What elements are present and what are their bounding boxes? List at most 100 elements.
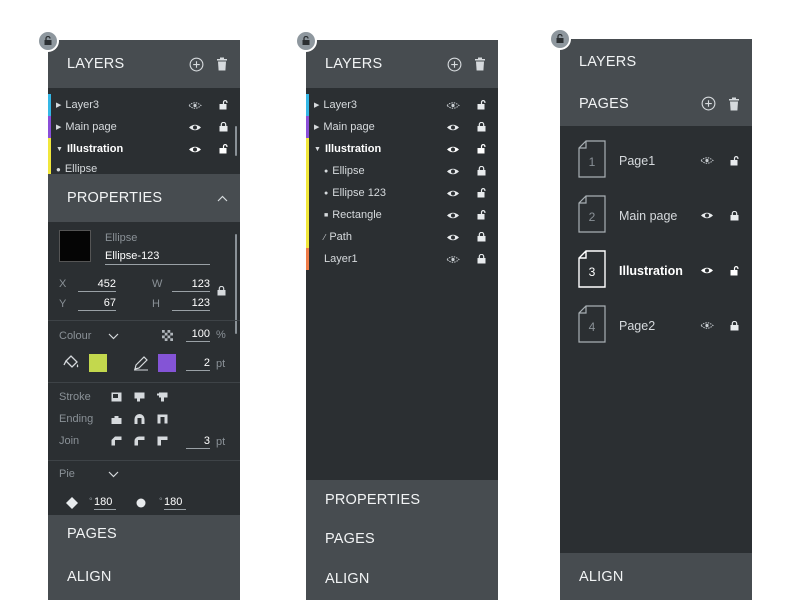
eye-hidden-icon[interactable] (446, 255, 460, 264)
eye-icon[interactable] (188, 123, 202, 132)
expand-arrow-icon[interactable]: ▶ (314, 101, 319, 109)
layer-row-layer3[interactable]: ▶ Layer3 (48, 94, 240, 116)
eye-icon[interactable] (446, 211, 460, 220)
object-preview-swatch[interactable] (59, 230, 91, 262)
align-header[interactable]: ALIGN (306, 557, 498, 600)
lock-ratio-icon[interactable] (217, 286, 226, 296)
unlock-icon[interactable] (477, 144, 486, 154)
object-name-field[interactable]: Ellipse-123 (105, 250, 210, 265)
layer-row-rectangle[interactable]: ■ Rectangle (306, 204, 498, 226)
layer-row-main-page[interactable]: ▶ Main page (306, 116, 498, 138)
layers-header[interactable]: LAYERS (560, 39, 752, 81)
layer-row-ellipse-123[interactable]: ● Ellipse 123 (306, 182, 498, 204)
properties-scrollbar[interactable] (235, 234, 237, 334)
unlock-icon[interactable] (219, 144, 228, 154)
trash-icon[interactable] (216, 57, 228, 71)
h-field[interactable]: 123 (172, 297, 210, 311)
add-circle-icon[interactable] (701, 96, 716, 111)
unlock-icon[interactable] (730, 266, 739, 276)
stroke-width-field[interactable]: 2 (186, 357, 210, 371)
layer-row-main-page[interactable]: ▶ Main page (48, 116, 240, 138)
eye-icon[interactable] (188, 145, 202, 154)
layer-row-illustration[interactable]: ▼ Illustration (306, 138, 498, 160)
align-header[interactable]: ALIGN (48, 553, 240, 600)
collapse-arrow-icon[interactable]: ▼ (56, 146, 63, 153)
layer-row-ellipse[interactable]: ● Ellipse (306, 160, 498, 182)
add-circle-icon[interactable] (447, 57, 462, 72)
lock-icon[interactable] (477, 254, 486, 264)
page-row-main-page[interactable]: 2 Main page (560, 195, 752, 250)
pages-header[interactable]: PAGES (560, 81, 752, 126)
eye-hidden-icon[interactable] (700, 321, 714, 330)
layers-scrollbar[interactable] (235, 126, 237, 156)
unlock-icon[interactable] (477, 188, 486, 198)
eye-hidden-icon[interactable] (446, 101, 460, 110)
ending-butt-icon[interactable] (111, 416, 122, 424)
properties-header[interactable]: PROPERTIES (306, 480, 498, 520)
eye-icon[interactable] (446, 123, 460, 132)
unlock-icon[interactable] (730, 156, 739, 166)
opacity-field[interactable]: 100 (186, 328, 210, 342)
join-miter-icon[interactable] (157, 436, 168, 446)
layer-row-ellipse[interactable]: ● Ellipse (48, 160, 240, 174)
page-row-page1[interactable]: 1 Page1 (560, 140, 752, 195)
lock-icon[interactable] (477, 166, 486, 176)
chevron-up-icon[interactable] (217, 195, 228, 202)
pie-start-angle-field[interactable]: 180 (94, 496, 116, 510)
w-field[interactable]: 123 (172, 278, 210, 292)
pie-end-angle-field[interactable]: 180 (164, 496, 186, 510)
eye-hidden-icon[interactable] (188, 101, 202, 110)
expand-arrow-icon[interactable]: ▶ (56, 101, 61, 109)
eye-icon[interactable] (700, 211, 714, 220)
y-field[interactable]: 67 (78, 297, 116, 311)
x-field[interactable]: 452 (78, 278, 116, 292)
lock-icon[interactable] (219, 122, 228, 132)
pages-header[interactable]: PAGES (48, 515, 240, 553)
pages-header[interactable]: PAGES (306, 520, 498, 557)
pin-lock-icon[interactable] (37, 30, 59, 52)
layer-row-layer1[interactable]: Layer1 (306, 248, 498, 270)
chevron-down-icon[interactable] (108, 333, 119, 340)
stroke-align-inside-icon[interactable] (111, 392, 122, 402)
align-header[interactable]: ALIGN (560, 553, 752, 600)
lock-icon[interactable] (730, 321, 739, 331)
join-value-field[interactable]: 3 (186, 435, 210, 449)
stroke-align-outside-icon[interactable] (157, 392, 168, 402)
pen-icon[interactable] (133, 355, 149, 371)
join-bevel-icon[interactable] (111, 436, 122, 446)
expand-arrow-icon[interactable]: ▶ (56, 123, 61, 131)
stroke-align-center-icon[interactable] (134, 392, 145, 402)
join-round-icon[interactable] (134, 436, 145, 446)
eye-hidden-icon[interactable] (700, 156, 714, 165)
chevron-down-icon[interactable] (108, 471, 119, 478)
layer-row-path[interactable]: ⁄ Path (306, 226, 498, 248)
layer-row-layer3[interactable]: ▶ Layer3 (306, 94, 498, 116)
expand-arrow-icon[interactable]: ▶ (314, 123, 319, 131)
lock-icon[interactable] (477, 232, 486, 242)
layers-header[interactable]: LAYERS (48, 40, 240, 88)
pin-lock-icon[interactable] (295, 30, 317, 52)
eye-icon[interactable] (446, 233, 460, 242)
unlock-icon[interactable] (477, 210, 486, 220)
eye-icon[interactable] (446, 167, 460, 176)
eye-icon[interactable] (446, 189, 460, 198)
properties-header[interactable]: PROPERTIES (48, 174, 240, 222)
pin-lock-icon[interactable] (549, 28, 571, 50)
eye-icon[interactable] (700, 266, 714, 275)
fill-color-swatch[interactable] (89, 354, 107, 372)
layers-header[interactable]: LAYERS (306, 40, 498, 88)
paint-bucket-icon[interactable] (63, 355, 80, 371)
ending-square-icon[interactable] (157, 414, 168, 424)
collapse-arrow-icon[interactable]: ▼ (314, 146, 321, 153)
add-circle-icon[interactable] (189, 57, 204, 72)
trash-icon[interactable] (728, 97, 740, 111)
ending-round-icon[interactable] (134, 414, 145, 424)
unlock-icon[interactable] (219, 100, 228, 110)
layer-row-illustration[interactable]: ▼ Illustration (48, 138, 240, 160)
unlock-icon[interactable] (477, 100, 486, 110)
eye-icon[interactable] (446, 145, 460, 154)
page-row-page2[interactable]: 4 Page2 (560, 305, 752, 360)
lock-icon[interactable] (477, 122, 486, 132)
stroke-color-swatch[interactable] (158, 354, 176, 372)
page-row-illustration[interactable]: 3 Illustration (560, 250, 752, 305)
